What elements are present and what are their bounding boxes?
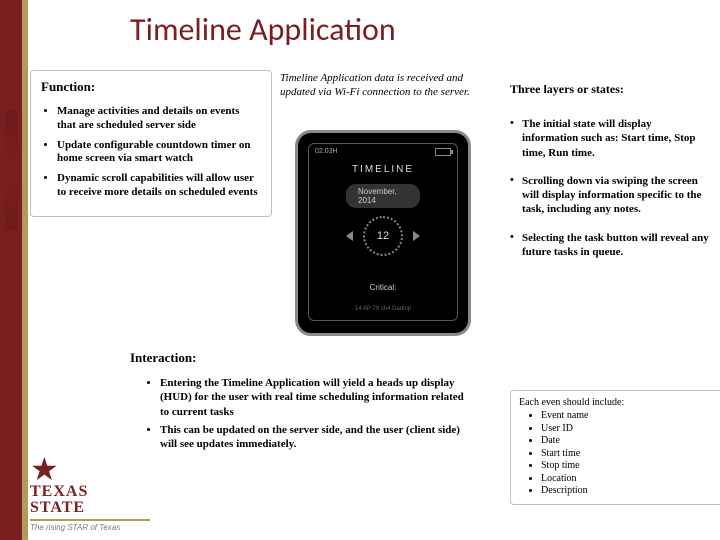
device-app-title: TIMELINE <box>309 164 457 175</box>
logo-line2: STATE <box>30 499 150 517</box>
include-list: Event name User ID Date Start time Stop … <box>519 410 719 498</box>
include-item: Stop time <box>541 460 719 473</box>
interaction-list: Entering the Timeline Application will y… <box>130 376 470 451</box>
device-center-value: 12 <box>363 216 403 256</box>
interaction-section: Interaction: Entering the Timeline Appli… <box>130 350 470 455</box>
state-text: Scrolling down via swiping the screen wi… <box>522 174 710 217</box>
function-list: Manage activities and details on events … <box>41 105 261 200</box>
include-item: Event name <box>541 410 719 423</box>
function-heading: Function: <box>41 79 261 95</box>
bullet-icon: • <box>510 231 522 260</box>
smartwatch-mockup: 02:03H TIMELINE November, 2014 12 Critic… <box>295 130 471 336</box>
device-screen: 02:03H TIMELINE November, 2014 12 Critic… <box>308 143 458 321</box>
state-text: Selecting the task button will reveal an… <box>522 231 710 260</box>
slide-title: Timeline Application <box>130 10 396 49</box>
state-item: •Scrolling down via swiping the screen w… <box>510 174 710 217</box>
device-carousel: 12 <box>346 216 420 256</box>
include-item: User ID <box>541 423 719 436</box>
function-item: Manage activities and details on events … <box>57 105 261 133</box>
state-item: •The initial state will display informat… <box>510 117 710 160</box>
states-heading: Three layers or states: <box>510 82 710 97</box>
function-item: Dynamic scroll capabilities will allow u… <box>57 172 261 200</box>
state-text: The initial state will display informati… <box>522 117 710 160</box>
chevron-left-icon <box>346 231 353 241</box>
include-item: Location <box>541 473 719 486</box>
include-item: Description <box>541 485 719 498</box>
device-footer-text: 14 AP 79 sh4 Dadinp <box>309 306 457 312</box>
function-item: Update configurable countdown timer on h… <box>57 139 261 167</box>
interaction-item: This can be updated on the server side, … <box>160 423 470 452</box>
texas-state-logo: ★ TEXAS STATE The rising STAR of Texas <box>30 453 150 532</box>
include-box: Each even should include: Event name Use… <box>510 390 720 505</box>
star-icon: ★ <box>30 453 150 485</box>
function-box: Function: Manage activities and details … <box>30 70 272 217</box>
include-item: Date <box>541 435 719 448</box>
logo-tagline: The rising STAR of Texas <box>30 519 150 532</box>
include-item: Start time <box>541 448 719 461</box>
battery-icon <box>435 148 451 156</box>
bullet-icon: • <box>510 174 522 217</box>
include-heading: Each even should include: <box>519 397 719 408</box>
interaction-item: Entering the Timeline Application will y… <box>160 376 470 419</box>
state-item: •Selecting the task button will reveal a… <box>510 231 710 260</box>
bullet-icon: • <box>510 117 522 160</box>
chevron-right-icon <box>413 231 420 241</box>
image-caption: Timeline Application data is received an… <box>280 72 490 100</box>
device-date-pill: November, 2014 <box>346 184 420 208</box>
states-column: Three layers or states: •The initial sta… <box>510 82 710 273</box>
device-status-time: 02:03H <box>315 148 338 155</box>
maroon-sidebar <box>0 0 28 540</box>
interaction-heading: Interaction: <box>130 350 470 366</box>
device-critical-label: Critical: <box>309 283 457 292</box>
